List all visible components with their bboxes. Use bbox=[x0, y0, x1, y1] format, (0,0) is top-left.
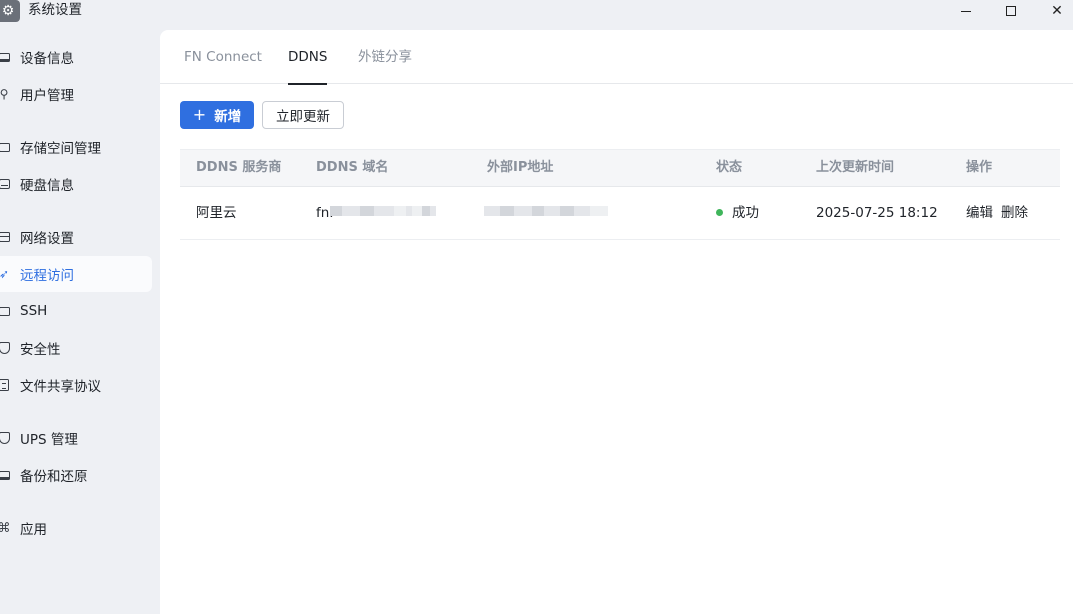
sidebar-item-disk-info[interactable]: 硬盘信息 bbox=[0, 166, 152, 202]
cell-status: 成功 bbox=[716, 187, 759, 239]
sidebar-item-user-management[interactable]: ⚲ 用户管理 bbox=[0, 76, 152, 112]
user-key-icon: ⚲ bbox=[0, 87, 9, 101]
sidebar-item-label: 设备信息 bbox=[20, 51, 74, 67]
header-domain: DDNS 域名 bbox=[316, 160, 389, 175]
plus-icon: + bbox=[192, 105, 207, 124]
minimize-button[interactable] bbox=[943, 0, 989, 22]
header-actions: 操作 bbox=[966, 160, 993, 175]
delete-link[interactable]: 删除 bbox=[1001, 205, 1028, 221]
table-header: DDNS 服务商 DDNS 域名 外部IP地址 状态 上次更新时间 操作 bbox=[180, 149, 1060, 187]
sidebar-item-ssh[interactable]: SSH bbox=[0, 293, 152, 329]
tab-ddns[interactable]: DDNS bbox=[288, 30, 328, 85]
sidebar-item-label: 用户管理 bbox=[20, 88, 74, 104]
sidebar-item-file-sharing[interactable]: 文件共享协议 bbox=[0, 367, 152, 403]
tab-bar: FN Connect DDNS 外链分享 bbox=[160, 30, 1073, 85]
sidebar-item-apps[interactable]: ⌘ 应用 bbox=[0, 510, 152, 546]
sidebar: 设备信息 ⚲ 用户管理 存储空间管理 硬盘信息 网络设置 ➶ 远程访问 SSH … bbox=[0, 30, 160, 614]
close-icon: ✕ bbox=[1051, 3, 1063, 19]
add-button-label: 新增 bbox=[214, 109, 242, 125]
sidebar-item-device-info[interactable]: 设备信息 bbox=[0, 39, 152, 75]
minimize-icon bbox=[961, 10, 971, 12]
sidebar-item-backup[interactable]: 备份和还原 bbox=[0, 457, 152, 493]
header-external-ip: 外部IP地址 bbox=[487, 160, 554, 175]
edit-link[interactable]: 编辑 bbox=[966, 205, 993, 221]
send-arrow-icon: ➶ bbox=[0, 267, 10, 281]
shield-check-icon bbox=[0, 341, 11, 355]
tab-link-share[interactable]: 外链分享 bbox=[358, 30, 412, 84]
cell-actions: 编辑 删除 bbox=[966, 187, 1036, 239]
header-last-updated: 上次更新时间 bbox=[816, 160, 895, 175]
status-text: 成功 bbox=[732, 205, 759, 221]
storage-icon bbox=[0, 140, 11, 154]
main-panel: FN Connect DDNS 外链分享 + 新增 立即更新 DDNS 服务商 … bbox=[160, 30, 1073, 614]
header-provider: DDNS 服务商 bbox=[196, 160, 282, 175]
title-bar: ⚙ 系统设置 ✕ bbox=[0, 0, 1073, 30]
sidebar-item-label: 网络设置 bbox=[20, 231, 74, 247]
add-button[interactable]: + 新增 bbox=[180, 101, 254, 129]
window-title: 系统设置 bbox=[28, 2, 82, 18]
ip-redacted-blur bbox=[484, 203, 608, 219]
gear-icon: ⚙ bbox=[0, 0, 20, 22]
network-icon bbox=[0, 230, 11, 244]
sidebar-item-label: 远程访问 bbox=[20, 268, 74, 284]
device-info-icon bbox=[0, 50, 11, 64]
ddns-table: DDNS 服务商 DDNS 域名 外部IP地址 状态 上次更新时间 操作 阿里云… bbox=[180, 149, 1060, 240]
sidebar-item-label: 安全性 bbox=[20, 342, 61, 358]
status-success-dot-icon bbox=[716, 208, 723, 216]
sidebar-item-label: 存储空间管理 bbox=[20, 141, 101, 157]
cell-last-updated: 2025-07-25 18:12 bbox=[816, 205, 938, 221]
apps-command-icon: ⌘ bbox=[0, 520, 11, 536]
sidebar-item-label: 文件共享协议 bbox=[20, 379, 101, 395]
sidebar-item-label: SSH bbox=[20, 303, 48, 319]
sidebar-item-label: UPS 管理 bbox=[20, 432, 78, 448]
hard-disk-icon bbox=[0, 177, 11, 191]
sidebar-item-ups[interactable]: UPS 管理 bbox=[0, 420, 152, 456]
terminal-icon bbox=[0, 304, 11, 318]
sidebar-item-storage[interactable]: 存储空间管理 bbox=[0, 129, 152, 165]
file-share-icon bbox=[0, 378, 11, 392]
update-now-button[interactable]: 立即更新 bbox=[262, 101, 344, 129]
maximize-button[interactable] bbox=[988, 0, 1034, 22]
table-row: 阿里云 fn. 成功 2025-07-25 18:12 编辑 删除 bbox=[180, 187, 1060, 240]
sidebar-item-label: 应用 bbox=[20, 522, 47, 538]
shield-icon bbox=[0, 431, 11, 445]
cell-provider: 阿里云 bbox=[196, 205, 237, 221]
close-button[interactable]: ✕ bbox=[1034, 0, 1073, 22]
header-status: 状态 bbox=[716, 160, 743, 175]
sidebar-item-label: 硬盘信息 bbox=[20, 178, 74, 194]
sidebar-item-label: 备份和还原 bbox=[20, 469, 88, 485]
sidebar-item-security[interactable]: 安全性 bbox=[0, 330, 152, 366]
maximize-icon bbox=[1006, 6, 1016, 16]
domain-redacted-blur bbox=[330, 203, 436, 219]
backup-icon bbox=[0, 468, 11, 482]
tab-fn-connect[interactable]: FN Connect bbox=[184, 30, 262, 84]
sidebar-item-network[interactable]: 网络设置 bbox=[0, 219, 152, 255]
sidebar-item-remote-access[interactable]: ➶ 远程访问 bbox=[0, 256, 152, 292]
